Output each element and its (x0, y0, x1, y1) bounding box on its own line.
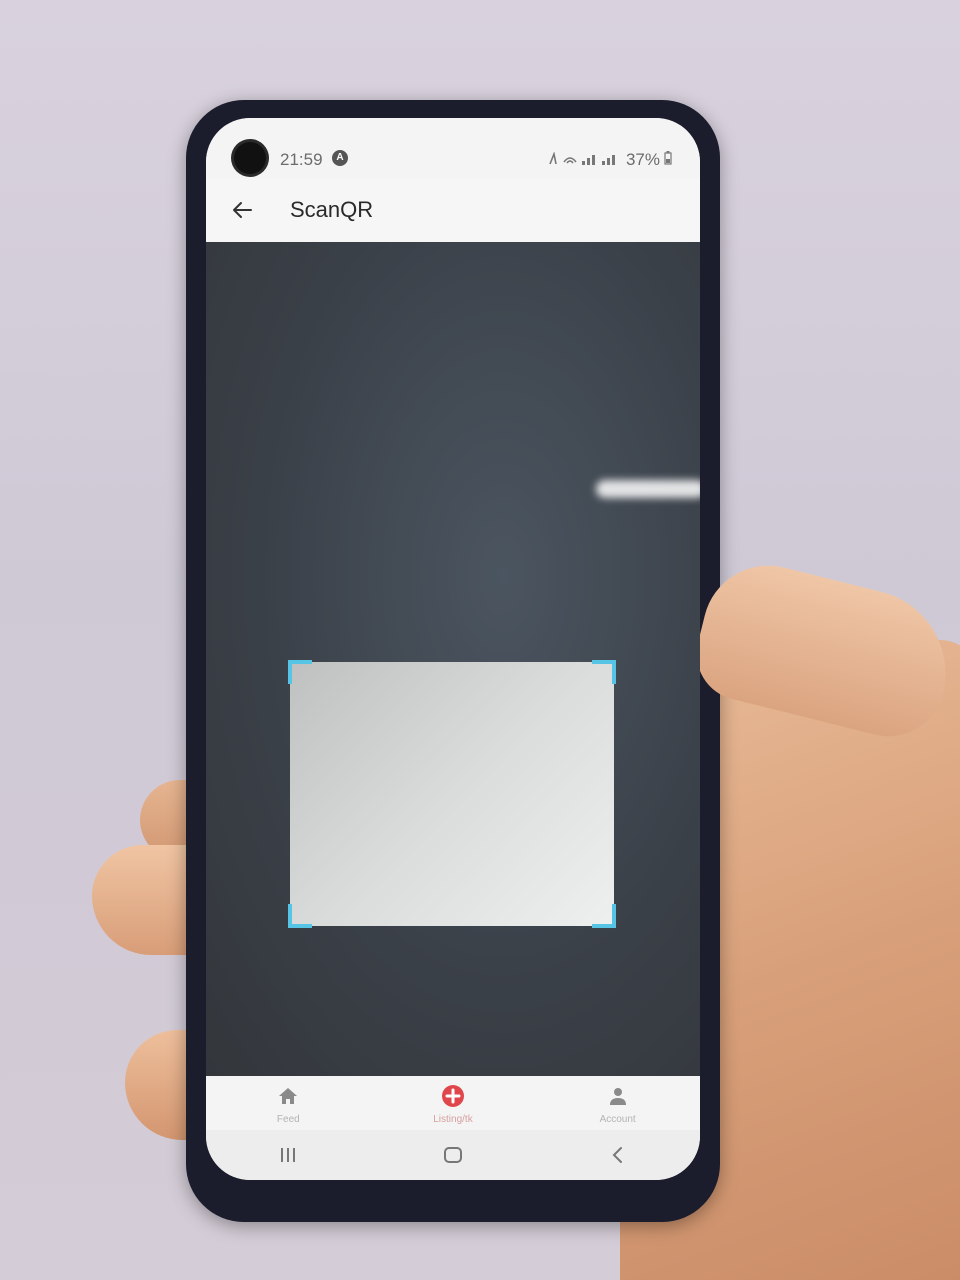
nav-label-listing: Listing/tk (433, 1114, 473, 1125)
app-bar: ScanQR (206, 178, 700, 242)
arrow-left-icon (233, 202, 252, 218)
home-outline-icon (443, 1147, 462, 1163)
home-icon (276, 1084, 300, 1108)
nav-label-feed: Feed (276, 1114, 300, 1125)
page-title: ScanQR (290, 197, 374, 222)
signal-icon (549, 150, 615, 165)
screen-glare (596, 480, 700, 498)
back-chevron-icon (612, 1147, 622, 1163)
battery-percent: 37% (625, 150, 660, 169)
add-circle-icon (441, 1084, 465, 1108)
system-back-button[interactable] (588, 1140, 648, 1170)
status-right: 37% (548, 150, 672, 170)
nav-item-account[interactable]: Account (558, 1084, 678, 1125)
back-button[interactable] (224, 192, 260, 228)
nav-label-account: Account (599, 1114, 636, 1125)
signal-wifi-icons (548, 150, 622, 169)
bottom-navigation: Feed Listing/tk Account (206, 1076, 700, 1130)
camera-preview[interactable] (206, 242, 700, 1076)
app-notification-icon: A (332, 150, 348, 166)
scan-frame (288, 660, 616, 928)
nav-item-listing[interactable]: Listing/tk (393, 1084, 513, 1125)
scan-corner-top-right (592, 660, 616, 684)
person-icon (606, 1084, 630, 1108)
nav-item-feed[interactable]: Feed (228, 1084, 348, 1125)
status-time: 21:59 (280, 150, 323, 169)
recents-button[interactable] (258, 1140, 318, 1170)
phone-screen: 21:59 A 37% ScanQR Feed Listing/tk Accou… (206, 118, 700, 1180)
scan-corner-top-left (288, 660, 312, 684)
scan-corner-bottom-left (288, 904, 312, 928)
system-navigation-bar (206, 1130, 700, 1180)
home-button[interactable] (423, 1140, 483, 1170)
front-camera (234, 142, 266, 174)
status-bar: 21:59 A 37% (206, 118, 700, 178)
scan-corner-bottom-right (592, 904, 616, 928)
recents-icon (281, 1148, 296, 1162)
battery-icon (664, 150, 672, 170)
